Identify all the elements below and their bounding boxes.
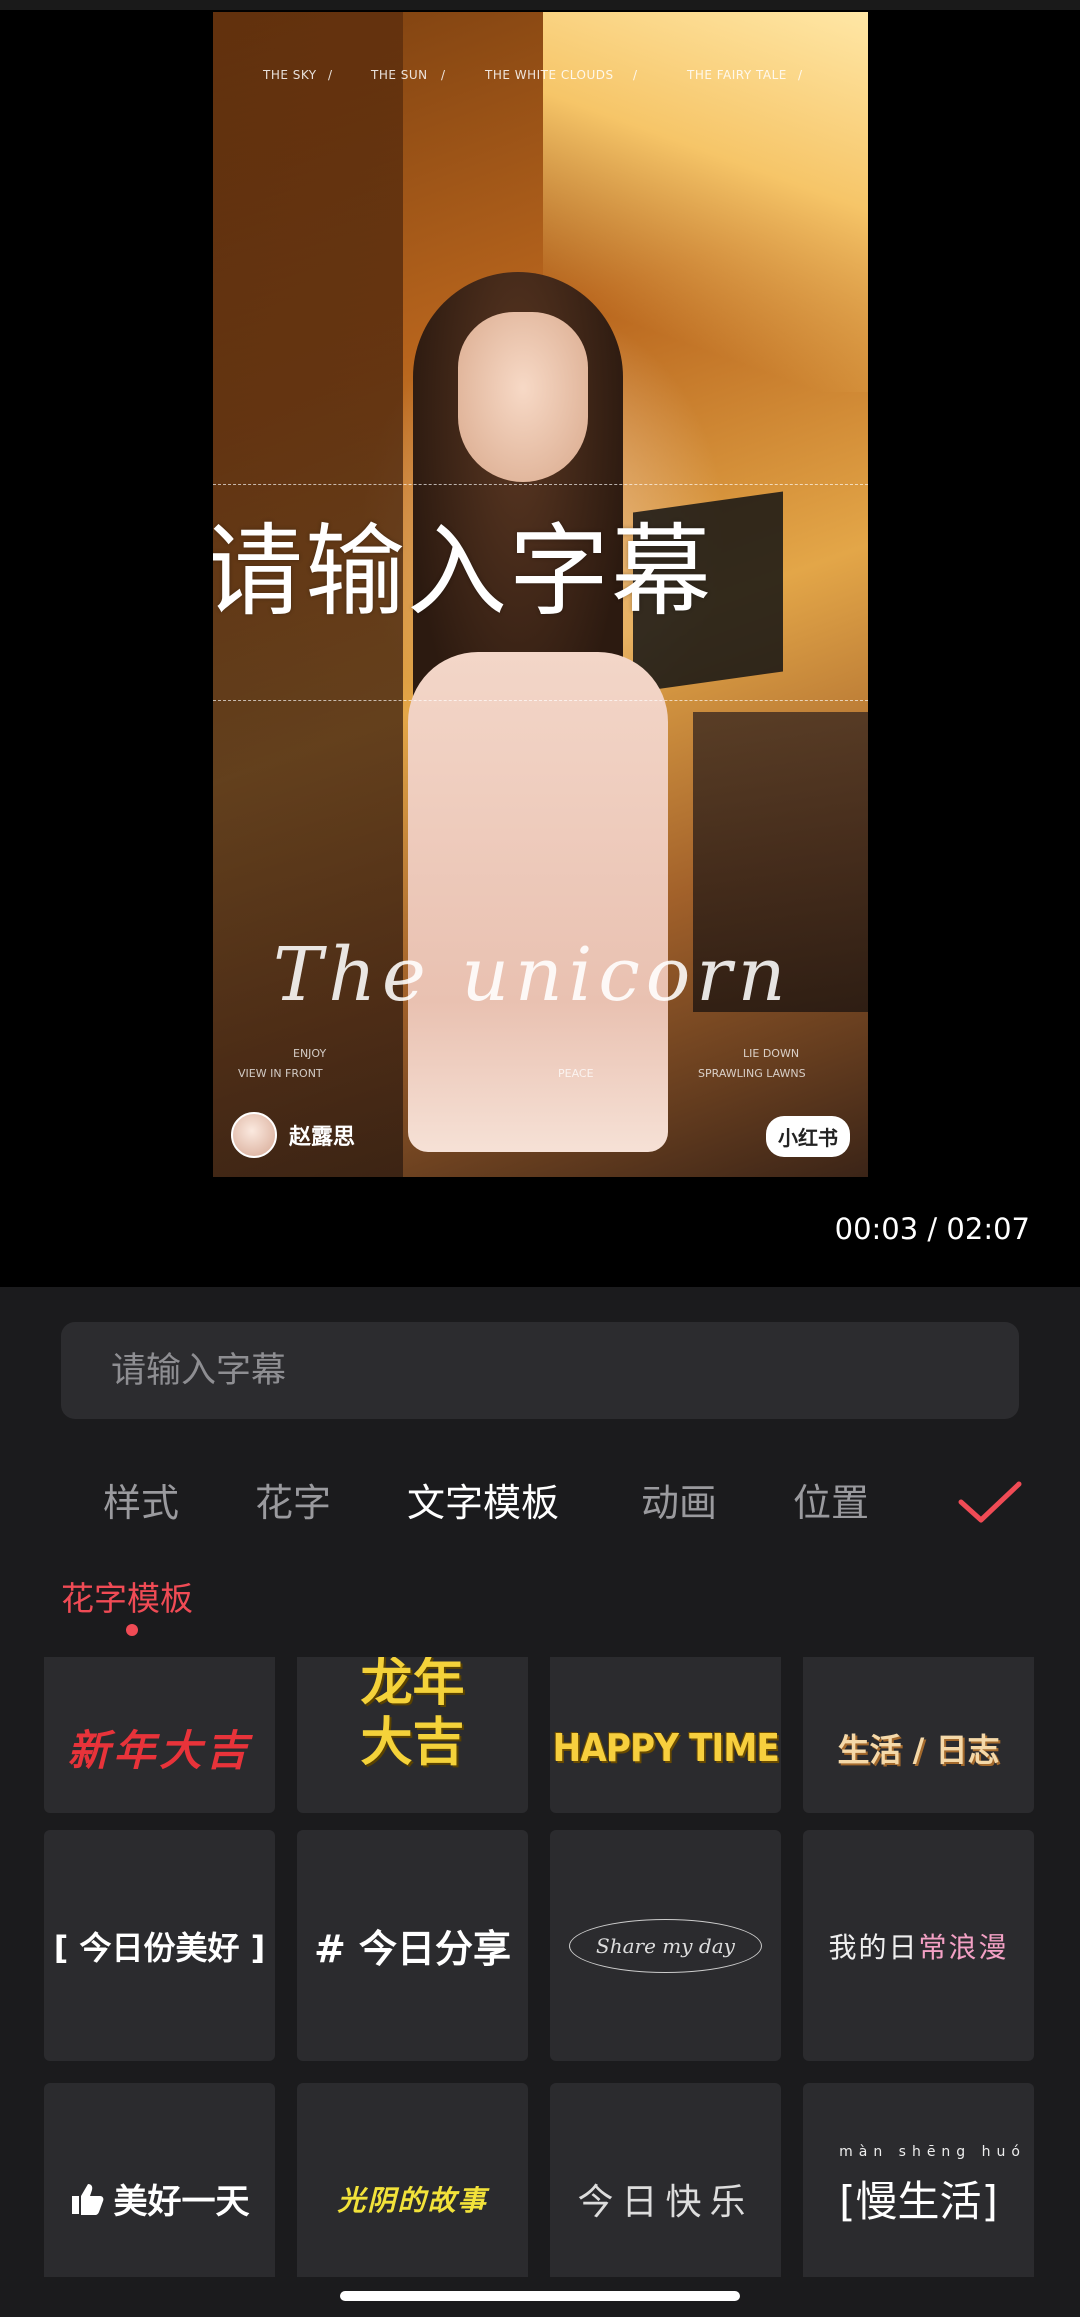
- template-tile[interactable]: 我的日常浪漫: [803, 1830, 1034, 2061]
- time-separator: /: [927, 1212, 938, 1246]
- small-caption: LIE DOWN: [743, 1047, 800, 1060]
- overlay-caption-separator: /: [328, 68, 333, 82]
- template-tile[interactable]: màn shēng huó [慢生活]: [803, 2083, 1034, 2277]
- template-label: Share my day: [569, 1918, 762, 1973]
- tab-position[interactable]: 位置: [793, 1472, 869, 1527]
- template-label: màn shēng huó [慢生活]: [839, 2144, 1020, 2229]
- overlay-caption: THE WHITE CLOUDS: [485, 68, 614, 82]
- template-label-text: 美好一天: [113, 2182, 250, 2222]
- confirm-button[interactable]: [955, 1472, 1025, 1532]
- subtitle-box-top-guide: [213, 484, 868, 485]
- total-time: 02:07: [946, 1212, 1030, 1246]
- watermark-username: 赵露思: [289, 1125, 356, 1150]
- template-label-text: [慢生活]: [839, 2177, 998, 2226]
- section-label-fancy-template: 花字模板: [61, 1579, 193, 1618]
- overlay-caption: THE FAIRY TALE: [687, 68, 787, 82]
- tab-text-template[interactable]: 文字模板: [407, 1472, 559, 1527]
- template-tile[interactable]: [ 今日份美好 ]: [44, 1830, 275, 2061]
- current-time: 00:03: [834, 1212, 919, 1246]
- template-label: HAPPY TIME: [552, 1725, 779, 1770]
- section-indicator-dot: [126, 1624, 138, 1636]
- template-tile[interactable]: HAPPY TIME: [550, 1657, 781, 1813]
- tab-animation[interactable]: 动画: [641, 1472, 717, 1527]
- template-label: 光阴的故事: [337, 2183, 488, 2217]
- avatar: [231, 1112, 277, 1158]
- template-label-part: 常浪漫: [918, 1930, 1009, 1964]
- template-label: 龙年大吉: [360, 1657, 465, 1773]
- template-tile[interactable]: 光阴的故事: [297, 2083, 528, 2277]
- subtitle-preview-text[interactable]: 请输入字幕: [213, 512, 868, 632]
- template-label-part: 我的日: [828, 1930, 919, 1964]
- checkmark-icon: [958, 1481, 1022, 1523]
- playback-timecode: 00:03 / 02:07: [835, 1212, 1030, 1246]
- small-caption: PEACE: [558, 1067, 594, 1080]
- overlay-caption-separator: /: [633, 68, 638, 82]
- watermark-user: 赵露思: [231, 1112, 355, 1158]
- template-label: 生活 / 日志: [837, 1730, 1000, 1769]
- subtitle-box-bottom-guide: [213, 700, 868, 701]
- overlay-caption-separator: /: [798, 68, 803, 82]
- video-preview[interactable]: THE SKY / THE SUN / THE WHITE CLOUDS / T…: [213, 12, 868, 1177]
- small-caption: ENJOY: [293, 1047, 327, 1060]
- video-person-face: [458, 312, 588, 482]
- overlay-caption-separator: /: [441, 68, 446, 82]
- small-caption: VIEW IN FRONT: [238, 1067, 323, 1080]
- template-tile[interactable]: 新年大吉: [44, 1657, 275, 1813]
- template-pinyin: màn shēng huó: [839, 2144, 1026, 2160]
- status-strip: [0, 0, 1080, 10]
- tab-style[interactable]: 样式: [103, 1472, 179, 1527]
- subtitle-input[interactable]: [61, 1322, 1019, 1419]
- template-grid: 新年大吉 龙年大吉 HAPPY TIME 生活 / 日志 [ 今日份美好 ] #…: [0, 1657, 1080, 2277]
- tab-fancy-text[interactable]: 花字: [255, 1472, 331, 1527]
- editor-tabs: 样式 花字 文字模板 动画 位置: [0, 1472, 1080, 1542]
- text-editor-panel: 样式 花字 文字模板 动画 位置 花字模板 新年大吉 龙年大吉 HAPPY TI…: [0, 1287, 1080, 2317]
- template-tile[interactable]: Share my day: [550, 1830, 781, 2061]
- thumbs-up-icon: [71, 2183, 103, 2215]
- template-label: 新年大吉: [67, 1726, 252, 1775]
- template-label: # 今日分享: [313, 1927, 512, 1971]
- template-tile[interactable]: 美好一天: [44, 2083, 275, 2277]
- template-label: [ 今日份美好 ]: [53, 1928, 266, 1967]
- template-label: 今日快乐: [577, 2181, 754, 2223]
- overlay-caption: THE SUN: [371, 68, 428, 82]
- template-tile[interactable]: 生活 / 日志: [803, 1657, 1034, 1813]
- template-tile[interactable]: 今日快乐: [550, 2083, 781, 2277]
- watermark-brand-logo: 小红书: [766, 1116, 850, 1157]
- template-tile[interactable]: # 今日分享: [297, 1830, 528, 2061]
- small-caption: SPRAWLING LAWNS: [698, 1067, 806, 1080]
- overlay-caption: THE SKY: [263, 68, 317, 82]
- script-caption: The unicorn: [273, 932, 792, 1018]
- video-person-dress: [408, 652, 668, 1152]
- home-indicator[interactable]: [340, 2291, 740, 2301]
- template-tile[interactable]: 龙年大吉: [297, 1657, 528, 1813]
- template-label: 美好一天: [70, 2174, 250, 2223]
- template-label: 我的日常浪漫: [828, 1926, 1008, 1966]
